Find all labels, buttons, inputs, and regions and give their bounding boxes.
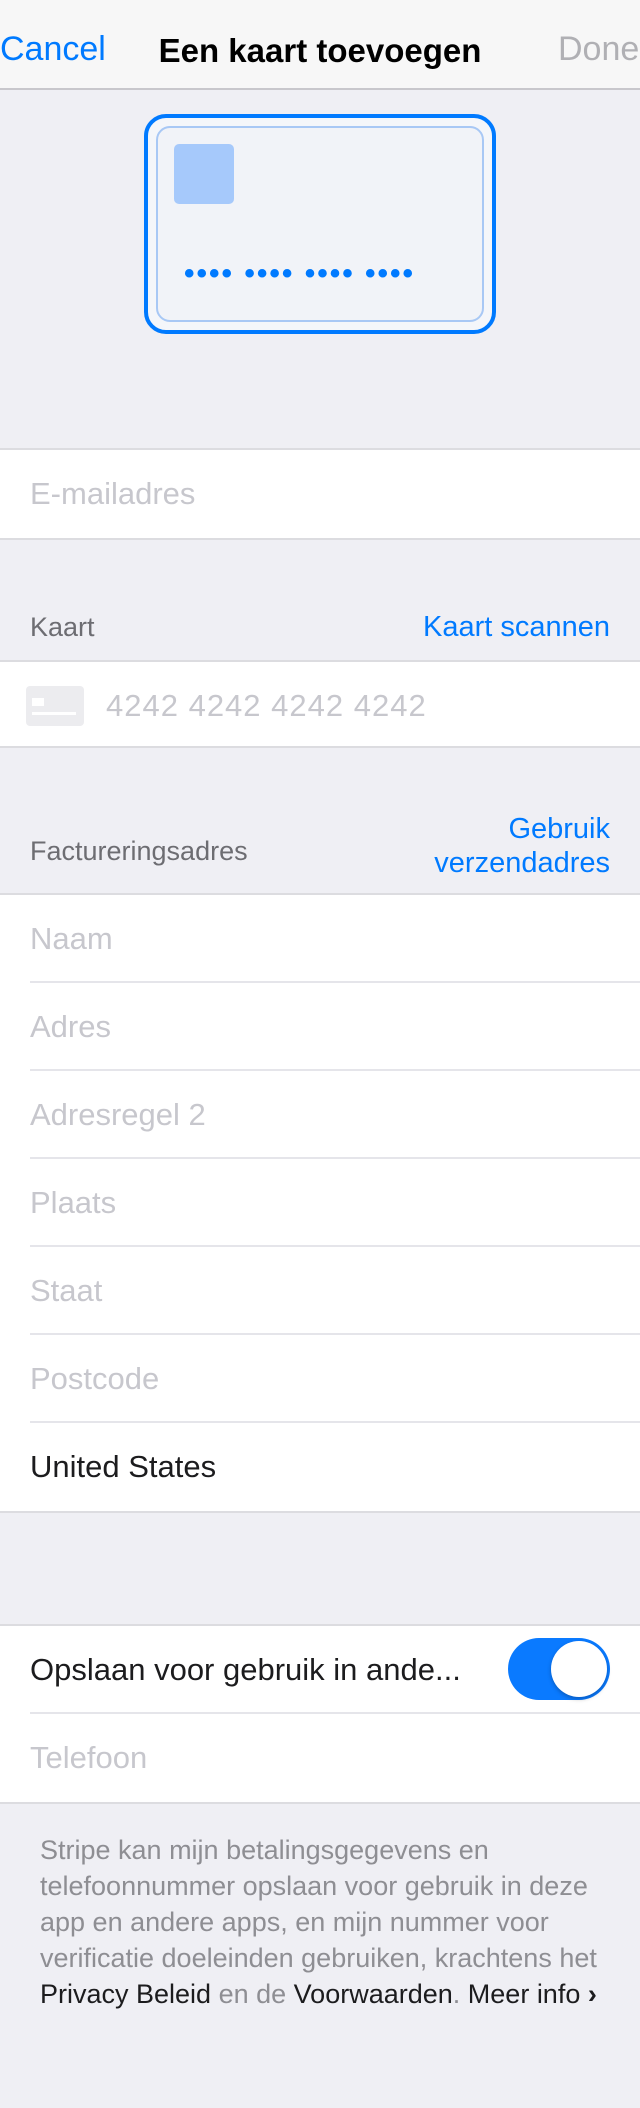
billing-section-label: Factureringsadres xyxy=(30,836,248,866)
state-placeholder: Staat xyxy=(30,1273,103,1308)
toggle-knob xyxy=(551,1641,607,1697)
save-toggle[interactable] xyxy=(508,1638,610,1700)
save-row: Opslaan voor gebruik in ande... xyxy=(30,1626,640,1714)
save-label: Opslaan voor gebruik in ande... xyxy=(30,1652,461,1687)
phone-placeholder: Telefoon xyxy=(30,1740,148,1775)
footer-disclaimer: Stripe kan mijn betalingsgegevens en tel… xyxy=(40,1832,610,2012)
footer-text-1: Stripe kan mijn betalingsgegevens en tel… xyxy=(40,1835,597,1973)
footer-text-2: en de xyxy=(211,1979,294,2009)
footer-text-3: . xyxy=(452,1979,468,2009)
name-placeholder: Naam xyxy=(30,921,113,956)
page-title: Een kaart toevoegen xyxy=(158,32,482,69)
email-field[interactable]: E-mailadres xyxy=(30,450,640,538)
card-chip-icon xyxy=(174,144,234,204)
phone-field[interactable]: Telefoon xyxy=(30,1714,640,1802)
address-line2-placeholder: Adresregel 2 xyxy=(30,1097,206,1132)
country-value: United States xyxy=(30,1449,217,1484)
zip-field[interactable]: Postcode xyxy=(30,1335,640,1423)
done-button[interactable]: Done xyxy=(558,30,640,69)
use-shipping-address-line1: Gebruik xyxy=(508,813,610,845)
more-info-link[interactable]: Meer info xyxy=(468,1979,581,2009)
state-field[interactable]: Staat xyxy=(30,1247,640,1335)
address-line2-field[interactable]: Adresregel 2 xyxy=(30,1071,640,1159)
city-field[interactable]: Plaats xyxy=(30,1159,640,1247)
scan-card-button[interactable]: Kaart scannen xyxy=(423,610,610,644)
terms-link[interactable]: Voorwaarden xyxy=(294,1979,453,2009)
name-field[interactable]: Naam xyxy=(30,895,640,983)
address-placeholder: Adres xyxy=(30,1009,111,1044)
credit-card-icon xyxy=(26,686,84,726)
email-placeholder: E-mailadres xyxy=(30,476,196,511)
navigation-bar: Cancel Een kaart toevoegen Done xyxy=(0,0,640,90)
card-preview: •••• •••• •••• •••• xyxy=(144,114,496,334)
card-number-dots: •••• •••• •••• •••• xyxy=(184,257,416,290)
email-group: E-mailadres xyxy=(0,448,640,540)
country-field[interactable]: United States xyxy=(30,1423,640,1511)
address-field[interactable]: Adres xyxy=(30,983,640,1071)
card-number-field[interactable]: 4242 4242 4242 4242 xyxy=(0,660,640,748)
card-section-label: Kaart xyxy=(30,612,95,642)
city-placeholder: Plaats xyxy=(30,1185,117,1220)
card-preview-inner: •••• •••• •••• •••• xyxy=(156,126,484,322)
zip-placeholder: Postcode xyxy=(30,1361,160,1396)
chevron-right-icon: › xyxy=(587,1979,597,2009)
billing-address-group: Naam Adres Adresregel 2 Plaats Staat Pos… xyxy=(0,893,640,1513)
privacy-policy-link[interactable]: Privacy Beleid xyxy=(40,1979,211,2009)
save-group: Opslaan voor gebruik in ande... Telefoon xyxy=(0,1624,640,1804)
use-shipping-address-button[interactable]: Gebruik verzendadres xyxy=(434,812,610,880)
card-number-placeholder: 4242 4242 4242 4242 xyxy=(106,688,427,723)
use-shipping-address-line2: verzendadres xyxy=(434,847,610,879)
